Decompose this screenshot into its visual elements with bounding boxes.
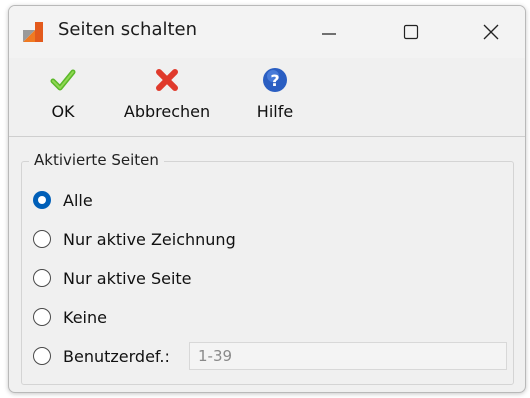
close-icon — [483, 24, 499, 40]
radio-label: Keine — [63, 308, 107, 327]
ok-button[interactable]: OK — [41, 66, 85, 130]
radio-label: Alle — [63, 191, 93, 210]
cancel-label: Abbrechen — [123, 102, 211, 121]
app-icon — [23, 22, 43, 42]
radio-button[interactable] — [33, 308, 51, 326]
maximize-icon — [403, 24, 419, 40]
question-mark-icon: ? — [263, 68, 287, 92]
close-button[interactable] — [463, 6, 519, 58]
group-title: Aktivierte Seiten — [29, 151, 164, 169]
minimize-icon — [322, 33, 336, 35]
title-bar[interactable]: Seiten schalten — [9, 6, 525, 58]
minimize-button[interactable] — [301, 6, 357, 58]
maximize-button[interactable] — [383, 6, 439, 58]
radio-button[interactable] — [33, 269, 51, 287]
dialog-window: Seiten schalten OK Abbrechen ? Hilfe Akt… — [8, 5, 526, 393]
help-label: Hilfe — [256, 102, 294, 121]
checkmark-icon — [50, 69, 76, 91]
window-title: Seiten schalten — [58, 19, 198, 40]
svg-text:?: ? — [270, 71, 279, 90]
radio-button[interactable] — [33, 230, 51, 248]
radio-label: Nur aktive Zeichnung — [63, 230, 236, 249]
ok-label: OK — [51, 102, 75, 121]
radio-button-selected[interactable] — [33, 191, 51, 209]
radio-option-active-drawing[interactable]: Nur aktive Zeichnung — [33, 229, 273, 251]
radio-button[interactable] — [33, 347, 51, 365]
toolbar: OK Abbrechen ? Hilfe — [9, 58, 525, 136]
radio-option-none[interactable]: Keine — [33, 307, 133, 329]
help-button[interactable]: ? Hilfe — [249, 66, 301, 130]
red-x-icon — [156, 69, 178, 91]
radio-option-all[interactable]: Alle — [33, 190, 133, 212]
radio-label: Benutzerdef.: — [63, 347, 170, 366]
radio-option-custom[interactable]: Benutzerdef.: — [33, 346, 183, 368]
toolbar-separator — [9, 136, 525, 137]
radio-option-active-page[interactable]: Nur aktive Seite — [33, 268, 233, 290]
custom-range-input[interactable] — [189, 342, 507, 370]
radio-label: Nur aktive Seite — [63, 269, 192, 288]
cancel-button[interactable]: Abbrechen — [119, 66, 215, 130]
